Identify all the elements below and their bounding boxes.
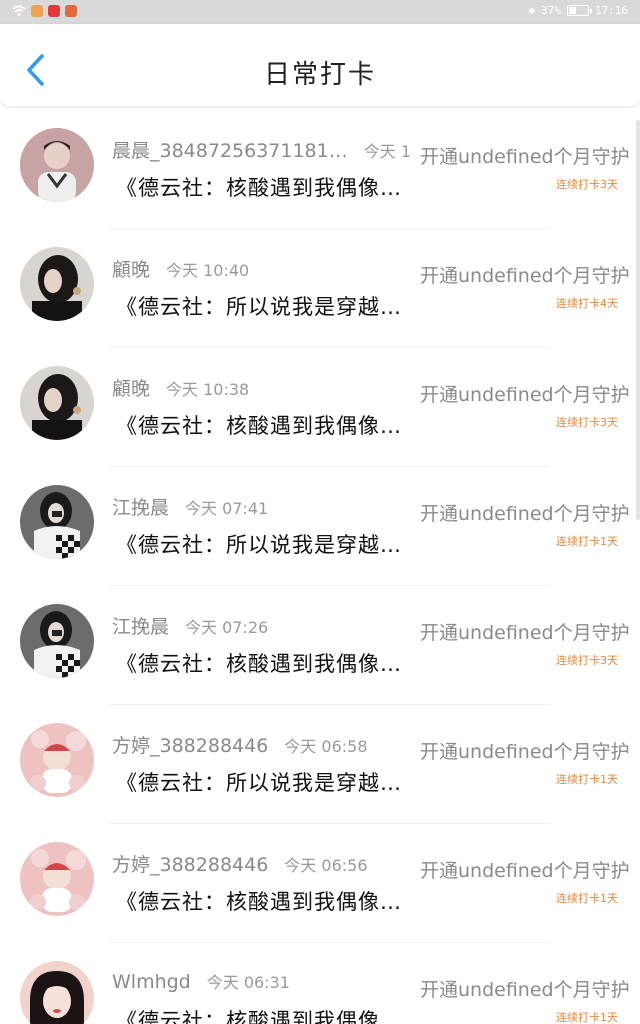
streak-badge: 连续打卡4天: [556, 297, 618, 310]
notification-app-icon: [65, 5, 77, 17]
list-item[interactable]: 顧晚 今天 10:38 《德云社：核酸遇到我偶像… 开通undefined个月守护…: [0, 348, 640, 467]
streak-badge: 连续打卡1天: [556, 773, 618, 786]
user-name-line: 江挽晨 今天 07:26: [112, 612, 412, 639]
checkin-content[interactable]: 《德云社：核酸遇到我偶像…: [116, 1005, 421, 1024]
user-name-line: 江挽晨 今天 07:41: [112, 493, 412, 520]
battery-icon: [566, 5, 592, 16]
page-title: 日常打卡: [263, 60, 376, 90]
user-name[interactable]: 方婷_388288446: [112, 854, 268, 876]
checkin-content[interactable]: 《德云社：所以说我是穿越…: [116, 767, 421, 797]
scrollbar[interactable]: [636, 120, 640, 520]
guard-promo[interactable]: 开通undefined个月守护: [420, 142, 630, 169]
streak-badge: 连续打卡3天: [556, 178, 618, 191]
guard-promo[interactable]: 开通undefined个月守护: [420, 499, 630, 526]
user-name[interactable]: 顧晚: [112, 378, 150, 400]
avatar[interactable]: [20, 842, 94, 916]
user-name-line: Wlmhgd 今天 06:31: [112, 969, 412, 993]
bluetooth-icon: ✱: [528, 4, 535, 17]
avatar[interactable]: [20, 485, 94, 559]
user-name[interactable]: 江挽晨: [112, 497, 169, 519]
timestamp: 今天 07:26: [185, 618, 269, 637]
list-item[interactable]: 顧晚 今天 10:40 《德云社：所以说我是穿越… 开通undefined个月守护…: [0, 229, 640, 348]
timestamp: 今天 06:58: [284, 737, 368, 756]
timestamp: 今天 10:40: [166, 261, 250, 280]
checkin-content[interactable]: 《德云社：所以说我是穿越…: [116, 529, 421, 559]
user-name[interactable]: Wlmhgd: [112, 971, 191, 993]
checkin-content[interactable]: 《德云社：核酸遇到我偶像…: [116, 648, 421, 678]
checkin-content[interactable]: 《德云社：核酸遇到我偶像…: [116, 886, 421, 916]
user-name-line: 方婷_388288446 今天 06:58: [112, 731, 412, 758]
checkin-list: 晨晨_38487256371181… 今天 14:24 《德云社：核酸遇到我偶像……: [0, 110, 640, 1024]
avatar[interactable]: [20, 723, 94, 797]
battery-percent: 37%: [541, 4, 561, 17]
notification-app-icon: [31, 5, 43, 17]
status-bar: ✱ 37% 17:16: [0, 0, 640, 24]
streak-badge: 连续打卡3天: [556, 654, 618, 667]
list-item[interactable]: 江挽晨 今天 07:26 《德云社：核酸遇到我偶像… 开通undefined个月守…: [0, 586, 640, 705]
timestamp: 今天 06:31: [206, 973, 290, 992]
list-item[interactable]: 江挽晨 今天 07:41 《德云社：所以说我是穿越… 开通undefined个月守…: [0, 467, 640, 586]
header: 日常打卡: [0, 24, 640, 106]
notification-app-icon: [48, 5, 60, 17]
checkin-content[interactable]: 《德云社：核酸遇到我偶像…: [116, 172, 421, 202]
user-name-line: 顧晚 今天 10:40: [112, 255, 412, 282]
streak-badge: 连续打卡1天: [556, 535, 618, 548]
clock: 17:16: [594, 4, 628, 17]
user-name[interactable]: 晨晨_38487256371181…: [112, 140, 348, 162]
timestamp: 今天 14:24: [363, 142, 412, 161]
user-name[interactable]: 江挽晨: [112, 616, 169, 638]
avatar[interactable]: [20, 247, 94, 321]
streak-badge: 连续打卡1天: [556, 1011, 618, 1024]
streak-badge: 连续打卡1天: [556, 892, 618, 905]
avatar[interactable]: [20, 366, 94, 440]
user-name[interactable]: 方婷_388288446: [112, 735, 268, 757]
avatar[interactable]: [20, 604, 94, 678]
guard-promo[interactable]: 开通undefined个月守护: [420, 618, 630, 645]
checkin-content[interactable]: 《德云社：核酸遇到我偶像…: [116, 410, 421, 440]
list-item[interactable]: 方婷_388288446 今天 06:58 《德云社：所以说我是穿越… 开通und…: [0, 705, 640, 824]
wifi-icon: [12, 5, 26, 16]
user-name-line: 顧晚 今天 10:38: [112, 374, 412, 401]
list-item[interactable]: 晨晨_38487256371181… 今天 14:24 《德云社：核酸遇到我偶像……: [0, 110, 640, 229]
streak-badge: 连续打卡3天: [556, 416, 618, 429]
guard-promo[interactable]: 开通undefined个月守护: [420, 380, 630, 407]
timestamp: 今天 10:38: [166, 380, 250, 399]
avatar[interactable]: [20, 128, 94, 202]
user-name-line: 方婷_388288446 今天 06:56: [112, 850, 412, 877]
guard-promo[interactable]: 开通undefined个月守护: [420, 261, 630, 288]
timestamp: 今天 06:56: [284, 856, 368, 875]
timestamp: 今天 07:41: [185, 499, 269, 518]
guard-promo[interactable]: 开通undefined个月守护: [420, 856, 630, 883]
user-name-line: 晨晨_38487256371181… 今天 14:24: [112, 136, 412, 163]
checkin-content[interactable]: 《德云社：所以说我是穿越…: [116, 291, 421, 321]
user-name[interactable]: 顧晚: [112, 259, 150, 281]
list-item[interactable]: Wlmhgd 今天 06:31 《德云社：核酸遇到我偶像… 开通undefined…: [0, 943, 640, 1024]
list-item[interactable]: 方婷_388288446 今天 06:56 《德云社：核酸遇到我偶像… 开通und…: [0, 824, 640, 943]
avatar[interactable]: [20, 961, 94, 1024]
guard-promo[interactable]: 开通undefined个月守护: [420, 975, 630, 1002]
guard-promo[interactable]: 开通undefined个月守护: [420, 737, 630, 764]
